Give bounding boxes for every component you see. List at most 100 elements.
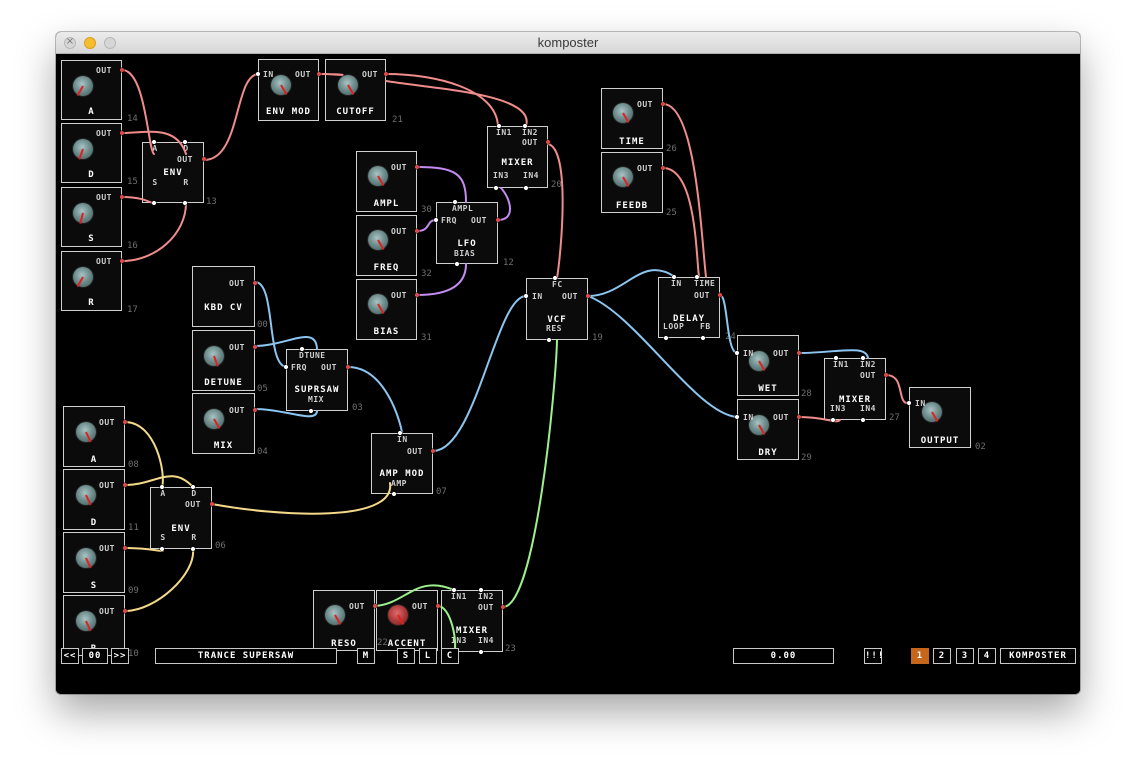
patch-index-display[interactable]: 00 — [82, 648, 108, 664]
port-jack[interactable] — [906, 400, 912, 406]
port-jack[interactable] — [151, 200, 157, 206]
port-jack[interactable] — [414, 292, 420, 298]
port-jack[interactable] — [451, 587, 457, 593]
patch-cable[interactable] — [374, 584, 455, 607]
patch-cable[interactable] — [121, 202, 187, 262]
port-jack[interactable] — [883, 372, 889, 378]
port-jack[interactable] — [414, 164, 420, 170]
c-button[interactable]: C — [441, 648, 459, 664]
port-jack[interactable] — [122, 419, 128, 425]
grid-button[interactable]: !!! — [864, 648, 883, 664]
port-jack[interactable] — [454, 261, 460, 267]
patch-cable[interactable] — [587, 295, 738, 418]
port-jack[interactable] — [252, 407, 258, 413]
port-jack[interactable] — [734, 414, 740, 420]
port-jack[interactable] — [660, 165, 666, 171]
port-jack[interactable] — [190, 546, 196, 552]
port-jack[interactable] — [201, 156, 207, 162]
patch-cable[interactable] — [502, 339, 558, 608]
patch-cable[interactable] — [121, 196, 155, 205]
port-jack[interactable] — [299, 346, 305, 352]
port-jack[interactable] — [252, 280, 258, 286]
port-jack[interactable] — [372, 603, 378, 609]
port-jack[interactable] — [585, 293, 591, 299]
port-jack[interactable] — [151, 139, 157, 145]
patch-cable[interactable] — [124, 421, 164, 488]
port-jack[interactable] — [159, 546, 165, 552]
port-jack[interactable] — [660, 101, 666, 107]
patch-cable[interactable] — [124, 547, 164, 552]
patch-cable[interactable] — [211, 482, 392, 515]
port-jack[interactable] — [414, 228, 420, 234]
port-jack[interactable] — [552, 275, 558, 281]
port-jack[interactable] — [397, 430, 403, 436]
port-jack[interactable] — [493, 185, 499, 191]
patch-cable[interactable] — [203, 73, 259, 161]
next-patch-button[interactable]: >> — [111, 648, 129, 664]
port-jack[interactable] — [308, 408, 314, 414]
port-jack[interactable] — [500, 604, 506, 610]
patch-cable[interactable] — [385, 73, 499, 127]
port-jack[interactable] — [452, 199, 458, 205]
patch-cable[interactable] — [432, 295, 527, 452]
port-jack[interactable] — [717, 292, 723, 298]
port-jack[interactable] — [430, 448, 436, 454]
port-jack[interactable] — [122, 608, 128, 614]
port-jack[interactable] — [182, 139, 188, 145]
port-jack[interactable] — [283, 364, 289, 370]
patch-cable[interactable] — [416, 263, 467, 296]
patch-cable[interactable] — [662, 167, 700, 278]
patch-cable[interactable] — [254, 408, 318, 418]
patch-cable[interactable] — [885, 374, 910, 404]
patch-cable[interactable] — [547, 143, 564, 279]
patch-name-field[interactable]: TRANCE SUPERSAW — [155, 648, 337, 664]
port-jack[interactable] — [478, 649, 484, 655]
patch-cable[interactable] — [497, 187, 511, 221]
patch-cable[interactable] — [347, 366, 403, 434]
patch-cable[interactable] — [124, 475, 194, 488]
value-display[interactable]: 0.00 — [733, 648, 834, 664]
patch-canvas[interactable]: A OUT 14 D OUT 15 S OUT 16 R OUT 17 ENV A D OUT S R 13 ENV … — [56, 54, 1080, 694]
port-jack[interactable] — [860, 417, 866, 423]
patch-cable[interactable] — [124, 548, 195, 612]
port-jack[interactable] — [796, 414, 802, 420]
port-jack[interactable] — [119, 194, 125, 200]
patch-cable[interactable] — [719, 294, 738, 354]
patch-cable[interactable] — [587, 269, 676, 297]
port-jack[interactable] — [734, 350, 740, 356]
port-jack[interactable] — [860, 355, 866, 361]
port-jack[interactable] — [830, 417, 836, 423]
port-jack[interactable] — [159, 484, 165, 490]
port-jack[interactable] — [545, 139, 551, 145]
s-button[interactable]: S — [397, 648, 415, 664]
patch-cable[interactable] — [437, 605, 457, 653]
port-jack[interactable] — [796, 350, 802, 356]
page-4-button[interactable]: 4 — [978, 648, 996, 664]
patch-cable[interactable] — [416, 166, 467, 203]
m-button[interactable]: M — [357, 648, 375, 664]
port-jack[interactable] — [190, 484, 196, 490]
port-jack[interactable] — [522, 123, 528, 129]
port-jack[interactable] — [663, 335, 669, 341]
port-jack[interactable] — [383, 71, 389, 77]
port-jack[interactable] — [700, 335, 706, 341]
port-jack[interactable] — [495, 217, 501, 223]
previous-patch-button[interactable]: << — [61, 648, 79, 664]
port-jack[interactable] — [546, 337, 552, 343]
port-jack[interactable] — [496, 123, 502, 129]
port-jack[interactable] — [523, 185, 529, 191]
port-jack[interactable] — [119, 130, 125, 136]
port-jack[interactable] — [122, 545, 128, 551]
l-button[interactable]: L — [419, 648, 437, 664]
page-1-button[interactable]: 1 — [911, 648, 929, 664]
komposter-button[interactable]: KOMPOSTER — [1000, 648, 1076, 664]
page-2-button[interactable]: 2 — [933, 648, 951, 664]
port-jack[interactable] — [435, 603, 441, 609]
patch-cable[interactable] — [798, 349, 869, 359]
port-jack[interactable] — [119, 67, 125, 73]
port-jack[interactable] — [252, 344, 258, 350]
port-jack[interactable] — [478, 587, 484, 593]
port-jack[interactable] — [122, 482, 128, 488]
port-jack[interactable] — [119, 258, 125, 264]
patch-cable[interactable] — [662, 103, 707, 278]
